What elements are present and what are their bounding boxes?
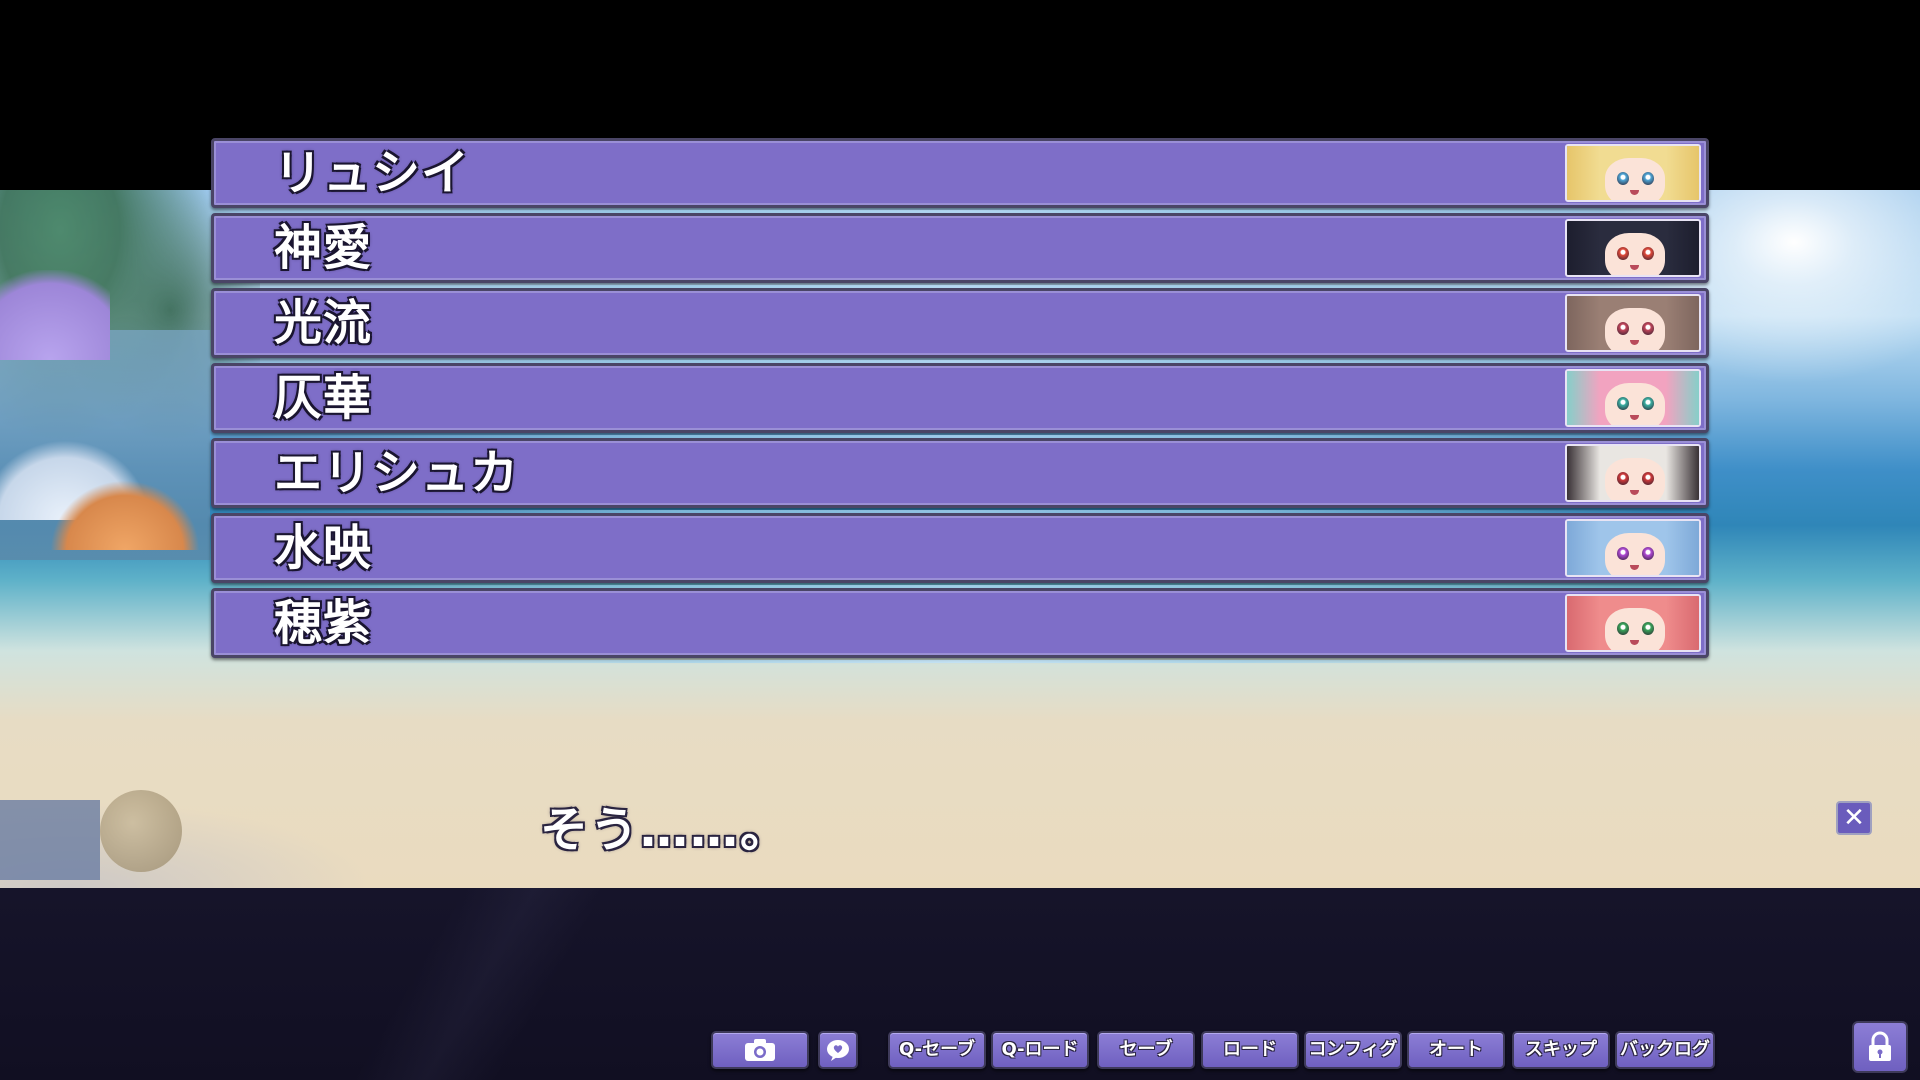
choice-label: 仄華: [274, 370, 373, 426]
close-button[interactable]: ✕: [1836, 801, 1872, 835]
dialogue-text: そう……。: [540, 802, 791, 858]
close-icon: ✕: [1843, 803, 1865, 833]
background-sand: [0, 708, 700, 888]
portrait-eye: [1642, 322, 1654, 335]
camera-icon: [745, 1039, 775, 1061]
choice-label: エリシュカ: [274, 445, 520, 501]
choice-button[interactable]: 神愛: [211, 213, 1709, 288]
background-box: [0, 800, 100, 880]
portrait-eye: [1642, 397, 1654, 410]
choice-button[interactable]: 仄華: [211, 363, 1709, 438]
choice-label: 穂紫: [274, 595, 373, 651]
portrait-eye: [1617, 247, 1629, 260]
character-portrait: [1565, 444, 1701, 502]
background-umbrella: [0, 270, 110, 360]
choice-button[interactable]: エリシュカ: [211, 438, 1709, 513]
background-umbrella: [50, 480, 200, 550]
character-portrait: [1565, 594, 1701, 652]
portrait-eye: [1642, 547, 1654, 560]
choice-label: 光流: [274, 295, 373, 351]
character-portrait: [1565, 369, 1701, 427]
portrait-face: [1605, 233, 1665, 275]
portrait-eye: [1617, 397, 1629, 410]
portrait-face: [1605, 608, 1665, 650]
favorite-voice-button[interactable]: [818, 1031, 858, 1069]
character-portrait: [1565, 144, 1701, 202]
portrait-face: [1605, 308, 1665, 350]
skip-button[interactable]: スキップ: [1512, 1031, 1610, 1069]
portrait-eye: [1617, 472, 1629, 485]
choice-button[interactable]: リュシイ: [211, 138, 1709, 213]
character-portrait: [1565, 294, 1701, 352]
portrait-face: [1605, 458, 1665, 500]
portrait-eye: [1617, 547, 1629, 560]
background-beach-ball: [100, 790, 182, 872]
character-portrait: [1565, 219, 1701, 277]
lock-button[interactable]: [1852, 1021, 1908, 1073]
quick-save-button[interactable]: Q-セーブ: [888, 1031, 986, 1069]
character-portrait: [1565, 519, 1701, 577]
choice-button[interactable]: 穂紫: [211, 588, 1709, 663]
portrait-face: [1605, 533, 1665, 575]
load-button[interactable]: ロード: [1201, 1031, 1299, 1069]
auto-button[interactable]: オート: [1407, 1031, 1505, 1069]
portrait-face: [1605, 383, 1665, 425]
portrait-eye: [1617, 322, 1629, 335]
heart-bubble-icon: [827, 1040, 849, 1061]
panel-decoration: [180, 888, 780, 1080]
portrait-eye: [1642, 472, 1654, 485]
quick-load-button[interactable]: Q-ロード: [991, 1031, 1089, 1069]
portrait-eye: [1642, 247, 1654, 260]
config-button[interactable]: コンフィグ: [1304, 1031, 1402, 1069]
portrait-eye: [1642, 172, 1654, 185]
portrait-eye: [1642, 622, 1654, 635]
choice-label: 水映: [274, 520, 373, 576]
choice-label: 神愛: [274, 220, 373, 276]
backlog-button[interactable]: バックログ: [1615, 1031, 1715, 1069]
portrait-face: [1605, 158, 1665, 200]
choice-label: リュシイ: [274, 145, 471, 201]
portrait-eye: [1617, 622, 1629, 635]
choice-button[interactable]: 光流: [211, 288, 1709, 363]
save-button[interactable]: セーブ: [1097, 1031, 1195, 1069]
screenshot-button[interactable]: [711, 1031, 809, 1069]
choice-button[interactable]: 水映: [211, 513, 1709, 588]
lock-icon: [1869, 1031, 1891, 1061]
portrait-eye: [1617, 172, 1629, 185]
